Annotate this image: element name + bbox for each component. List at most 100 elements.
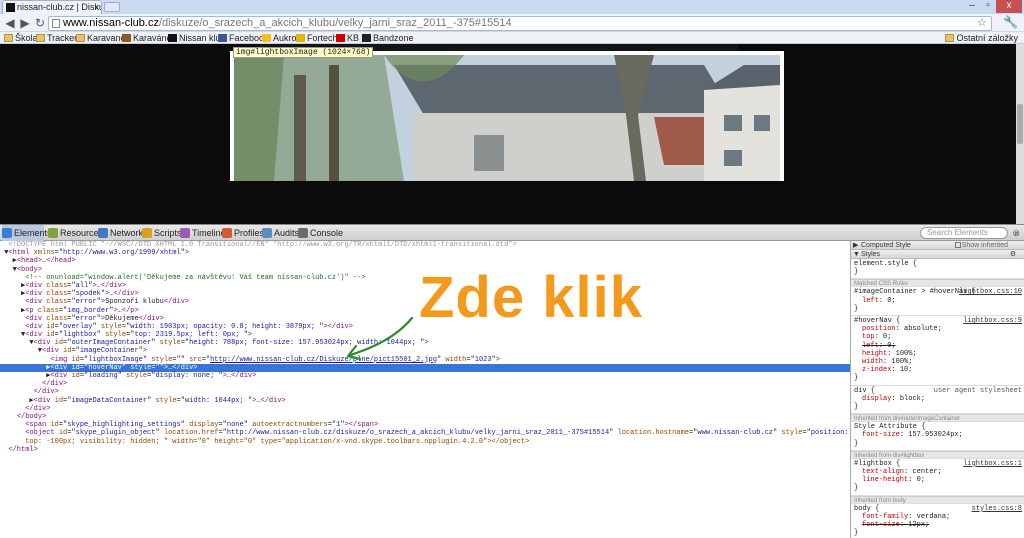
dom-node[interactable]: <span id="skype_highlighting_settings" d…	[0, 421, 850, 429]
tab-network[interactable]: Network	[98, 225, 143, 241]
bookmark-item[interactable]: Aukro	[262, 32, 297, 44]
minimize-button[interactable]: –	[964, 0, 980, 13]
css-property[interactable]: width: 100%;	[854, 358, 1021, 366]
bookmark-item[interactable]: Bandzone	[362, 32, 414, 44]
dom-node[interactable]: top: -100px; visibility: hidden; " width…	[0, 438, 850, 446]
bookmark-item[interactable]: Škola	[4, 32, 38, 44]
dom-node[interactable]: </div>	[0, 388, 850, 396]
maximize-button[interactable]: ▫	[980, 0, 996, 13]
developer-tools-panel: Elements Resources Network Scripts Timel…	[0, 224, 1024, 538]
scripts-icon	[142, 228, 152, 238]
tab-timeline[interactable]: Timeline	[180, 225, 226, 241]
bookmark-label: Bandzone	[373, 33, 414, 43]
profiles-icon	[222, 228, 232, 238]
page-scrollbar[interactable]	[1016, 44, 1024, 224]
dom-node[interactable]: ▶<div class="all">…</div>	[0, 282, 850, 290]
css-rule[interactable]: Style Attribute {font-size: 157.953024px…	[851, 422, 1024, 451]
bookmark-item[interactable]: Facebook	[218, 32, 269, 44]
tab-scripts[interactable]: Scripts	[142, 225, 182, 241]
inherited-from-label: Inherited from div#lightbox	[851, 450, 1024, 459]
forward-arrow-icon[interactable]: ▶	[17, 15, 33, 31]
dom-node[interactable]: </body>	[0, 413, 850, 421]
dom-node[interactable]: ▼<div id="outerImageContainer" style="he…	[0, 339, 850, 347]
dom-tree[interactable]: <!DOCTYPE html PUBLIC "-//W3C//DTD XHTML…	[0, 241, 850, 538]
tab-close-icon[interactable]: x	[95, 1, 100, 13]
bookmark-label: KB	[347, 33, 360, 43]
css-source-link[interactable]: lightbox.css:10	[959, 288, 1022, 296]
css-source-link[interactable]: lightbox.css:1	[963, 460, 1022, 468]
lightbox-image[interactable]	[234, 55, 780, 181]
dom-node[interactable]: <div class="error">Sponzoři klubu</div>	[0, 298, 850, 306]
elements-search-input[interactable]: Search Elements	[920, 227, 1008, 239]
css-property[interactable]: top: 0;	[854, 333, 1021, 341]
dom-node[interactable]: ▼<body>	[0, 266, 850, 274]
tab-audits[interactable]: Audits	[262, 225, 299, 241]
site-favicon-icon	[6, 3, 15, 12]
bookmark-item[interactable]: Nissan klub	[168, 32, 226, 44]
css-rule[interactable]: #lightbox {lightbox.css:1 text-align: cen…	[851, 459, 1024, 496]
dom-node[interactable]: <object id="skype_plugin_object" locatio…	[0, 429, 850, 437]
collapsed-arrow-icon: ▶	[853, 242, 859, 249]
css-property[interactable]: z-index: 10;	[854, 366, 1021, 374]
bookmark-item[interactable]: Fortech	[296, 32, 338, 44]
css-property[interactable]: font-family: verdana;	[854, 513, 1021, 521]
css-property[interactable]: display: block;	[854, 395, 1021, 403]
computed-style-header[interactable]: ▶ Computed Style Show inherited	[851, 241, 1024, 250]
dom-node[interactable]: <div class="error">Děkujeme</div>	[0, 315, 850, 323]
gear-icon[interactable]: ⚙	[1010, 250, 1016, 259]
css-property[interactable]: text-align: center;	[854, 468, 1021, 476]
tab-resources[interactable]: Resources	[48, 225, 103, 241]
dom-node[interactable]: <!DOCTYPE html PUBLIC "-//W3C//DTD XHTML…	[0, 241, 850, 249]
tab-elements[interactable]: Elements	[2, 225, 52, 241]
dom-node[interactable]: ▼<div id="imageContainer">	[0, 347, 850, 355]
bookmark-item[interactable]: KB	[336, 32, 359, 44]
inspect-tooltip: img#lightboxImage (1024×768)	[233, 47, 374, 58]
site-icon	[122, 34, 131, 42]
css-property[interactable]: height: 100%;	[854, 350, 1021, 358]
other-bookmarks[interactable]: Ostatní záložky	[945, 32, 1018, 44]
dom-node[interactable]: ▶<p class="img_border">…</p>	[0, 307, 850, 315]
bookmark-item[interactable]: Tracker	[36, 32, 77, 44]
css-property[interactable]: left: 0;	[854, 342, 1021, 350]
css-property[interactable]: line-height: 0;	[854, 476, 1021, 484]
dom-node[interactable]: <div id="overlay" style="width: 1903px; …	[0, 323, 850, 331]
new-tab-button[interactable]	[104, 2, 120, 12]
show-inherited-checkbox[interactable]: Show inherited	[954, 241, 1008, 250]
back-arrow-icon[interactable]: ◀	[2, 15, 18, 31]
reload-icon[interactable]: ↻	[32, 15, 48, 31]
css-property[interactable]: position: absolute;	[854, 325, 1021, 333]
dom-node[interactable]: ▶<div id="hoverNav" style="">…</div>	[0, 363, 850, 372]
browser-tab[interactable]: nissan-club.cz | Diskuze | ... x	[2, 0, 102, 14]
dom-node[interactable]: <!-- onunload="window.alert('Děkujeme za…	[0, 274, 850, 282]
dom-node[interactable]: <img id="lightboxImage" style="" src="ht…	[0, 356, 850, 364]
css-source-link[interactable]: lightbox.css:9	[963, 317, 1022, 325]
address-bar[interactable]: www.nissan-club.cz/diskuze/o_srazech_a_a…	[48, 16, 992, 31]
site-icon	[336, 34, 345, 42]
scrollbar-thumb[interactable]	[1017, 104, 1023, 144]
dom-node[interactable]: ▶<div class="spodek">…</div>	[0, 290, 850, 298]
wrench-menu-icon[interactable]: 🔧	[1003, 15, 1018, 29]
close-devtools-icon[interactable]: ⊗	[1012, 225, 1020, 241]
dom-node[interactable]: ▶<div id="loading" style="display: none;…	[0, 372, 850, 380]
dom-node[interactable]: ▼<html xmlns="http://www.w3.org/1999/xht…	[0, 249, 850, 257]
css-rule[interactable]: #imageContainer > #hoverNav {lightbox.cs…	[851, 287, 1024, 317]
close-window-button[interactable]: x	[996, 0, 1022, 13]
dom-node[interactable]: </div>	[0, 405, 850, 413]
bookmark-star-icon[interactable]: ☆	[977, 17, 987, 30]
css-property[interactable]: font-size: 12px;	[854, 521, 1021, 529]
element-style-rule[interactable]: element.style { }	[851, 259, 1024, 280]
tab-console[interactable]: Console	[298, 225, 343, 241]
styles-header[interactable]: ▼ Styles ⚙	[851, 250, 1024, 259]
css-rule[interactable]: #hoverNav {lightbox.css:9 position: absol…	[851, 316, 1024, 386]
css-rule[interactable]: body {styles.css:8 font-family: verdana; f…	[851, 504, 1024, 538]
dom-node[interactable]: ▼<div id="lightbox" style="top: 2319.5px…	[0, 331, 850, 339]
dom-node[interactable]: </div>	[0, 380, 850, 388]
dom-node[interactable]: ▶<head>…</head>	[0, 257, 850, 265]
css-rule[interactable]: div {user agent stylesheet display: block…	[851, 386, 1024, 415]
dom-node[interactable]: </html>	[0, 446, 850, 454]
css-source-link[interactable]: styles.css:8	[972, 505, 1022, 513]
tab-profiles[interactable]: Profiles	[222, 225, 264, 241]
css-property[interactable]: left: 0;	[854, 297, 1021, 305]
css-property[interactable]: font-size: 157.953024px;	[854, 431, 1021, 439]
dom-node[interactable]: ▶<div id="imageDataContainer" style="wid…	[0, 397, 850, 405]
